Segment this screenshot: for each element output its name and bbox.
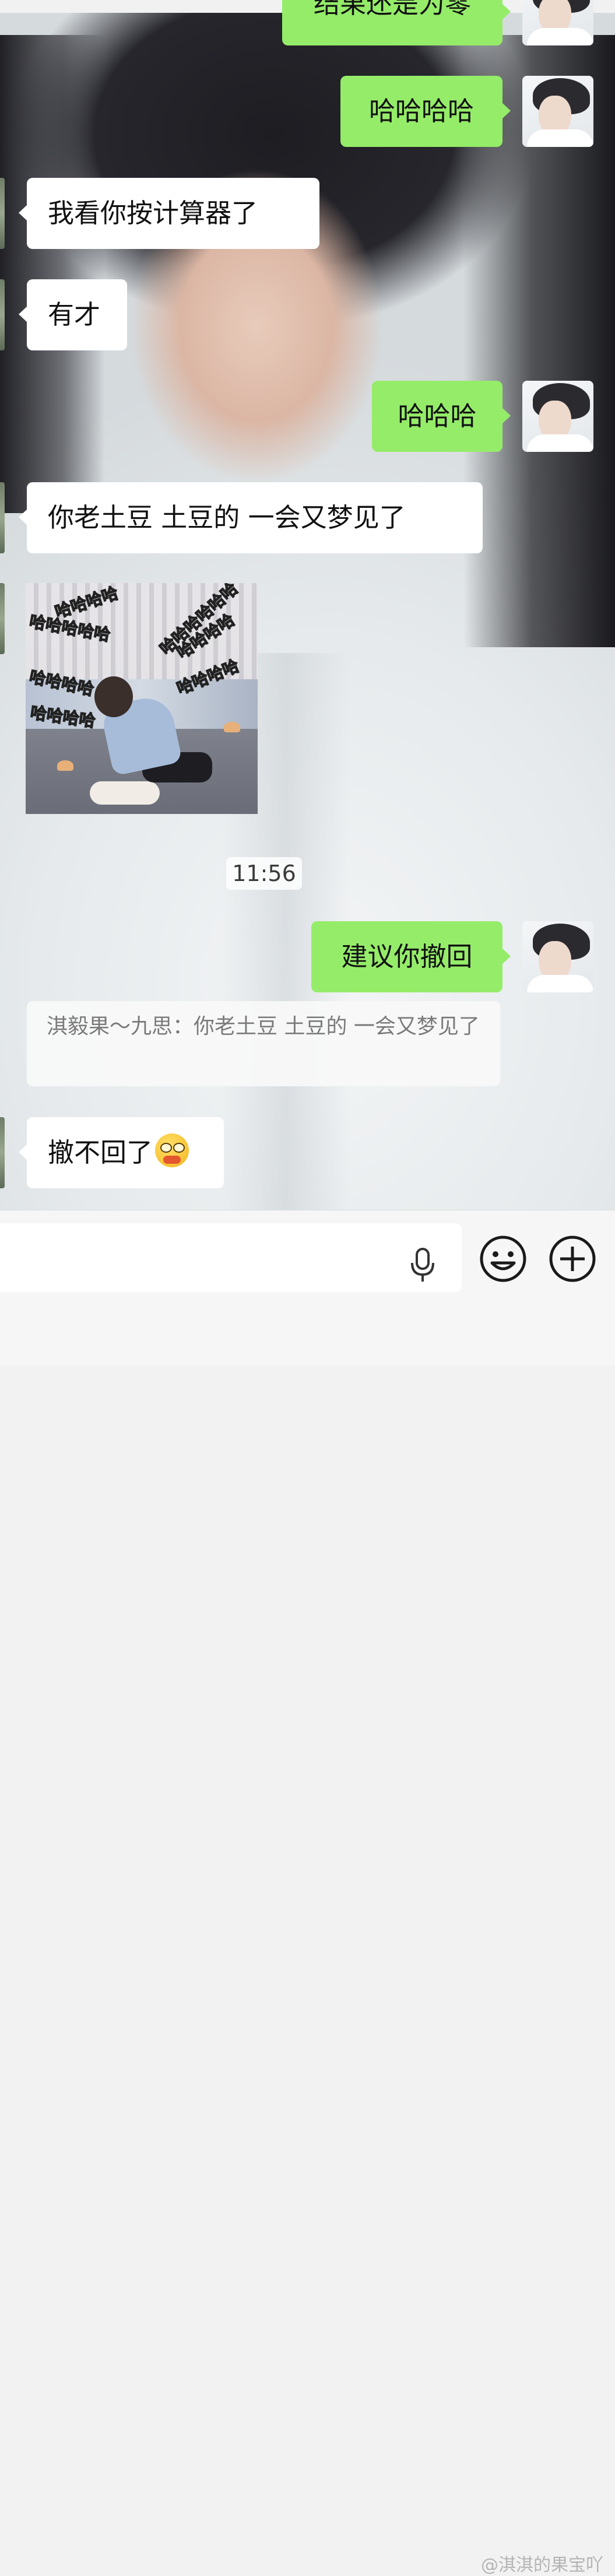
incoming-message[interactable]: 你老土豆 土豆的 一会又梦见了	[19, 482, 483, 553]
sticker-person	[94, 676, 133, 717]
message-text: 哈哈哈	[398, 401, 477, 431]
avatar-shirt	[527, 129, 593, 147]
chat-input-bar: @淇淇的果宝吖	[0, 1210, 615, 2575]
quoted-message[interactable]: 淇毅果～九思：你老土豆 土豆的 一会又梦见了	[27, 1001, 500, 1086]
sticker-snack	[224, 722, 240, 732]
outgoing-message[interactable]: 哈哈哈哈	[340, 76, 511, 147]
watermark: @淇淇的果宝吖	[481, 2555, 603, 2575]
message-text: 我看你按计算器了	[48, 198, 258, 229]
sticker-image[interactable]: 哈哈哈哈 哈哈哈哈哈 哈哈哈哈哈哈 哈哈哈哈 哈哈哈哈 哈哈哈哈 哈哈哈哈	[26, 583, 258, 814]
message-input[interactable]	[0, 1223, 462, 1292]
message-text: 撤不回了	[48, 1137, 153, 1168]
message-text: 有才	[48, 299, 101, 330]
wallpaper-shade	[0, 35, 105, 513]
contact-avatar[interactable]	[0, 583, 5, 654]
my-avatar[interactable]	[522, 76, 593, 147]
plus-circle-icon[interactable]	[549, 1235, 596, 1283]
contact-avatar[interactable]	[0, 1117, 5, 1188]
sticker-pillow	[90, 781, 160, 805]
contact-avatar[interactable]	[0, 482, 5, 553]
my-avatar[interactable]	[522, 921, 593, 992]
my-avatar[interactable]	[522, 0, 593, 45]
contact-avatar[interactable]	[0, 178, 5, 249]
chat-message-area[interactable]: 结果还是为零 哈哈哈哈 我看你按计算器了 有才 哈哈哈 你老土豆 土豆的 一会又…	[0, 0, 615, 1210]
incoming-message[interactable]: 撤不回了	[19, 1117, 224, 1188]
sticker-snack	[57, 760, 73, 771]
contact-avatar[interactable]	[0, 279, 5, 350]
message-text: 你老土豆 土豆的 一会又梦见了	[48, 502, 406, 533]
emoji-face-with-glasses-icon	[155, 1133, 189, 1167]
avatar-shirt	[527, 434, 593, 452]
message-text: 建议你撤回	[341, 941, 473, 972]
incoming-message[interactable]: 我看你按计算器了	[19, 178, 319, 249]
message-text: 结果还是为零	[313, 0, 471, 19]
message-text: 哈哈哈哈	[368, 96, 474, 127]
outgoing-message[interactable]: 结果还是为零	[282, 0, 511, 45]
avatar-shirt	[527, 975, 593, 992]
outgoing-message[interactable]: 哈哈哈	[372, 381, 511, 452]
microphone-icon[interactable]	[409, 1248, 436, 1283]
my-avatar[interactable]	[522, 381, 593, 452]
incoming-message[interactable]: 有才	[19, 279, 127, 350]
message-timestamp: 11:56	[226, 857, 302, 890]
outgoing-message[interactable]: 建议你撤回	[311, 921, 511, 992]
quote-text: 淇毅果～九思：你老土豆 土豆的 一会又梦见了	[47, 1015, 480, 1038]
smiley-icon[interactable]	[479, 1235, 527, 1283]
avatar-shirt	[527, 28, 593, 45]
